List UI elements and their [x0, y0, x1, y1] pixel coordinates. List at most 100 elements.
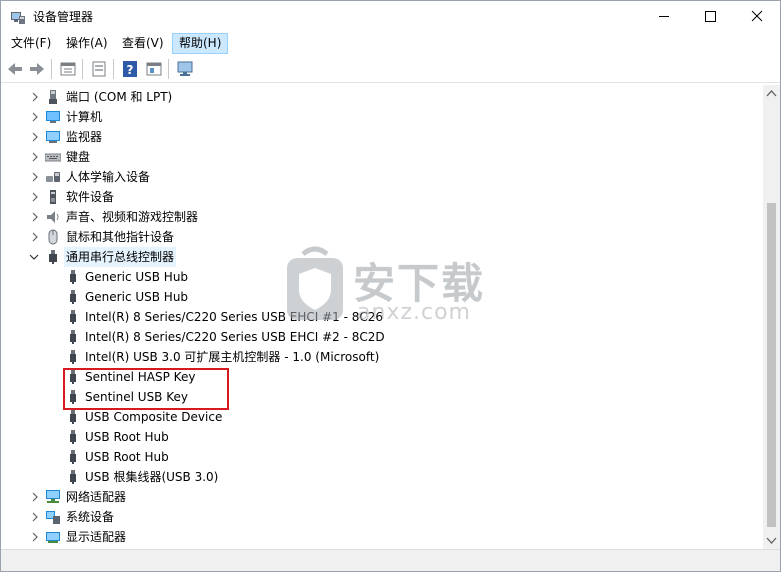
maximize-button[interactable] — [687, 1, 733, 31]
display-adapter-icon — [46, 532, 60, 543]
toolbar-separator — [168, 59, 169, 79]
chevron-right-icon[interactable] — [30, 132, 40, 142]
category-label: 声音、视频和游戏控制器 — [66, 210, 199, 224]
tree-category[interactable]: 人体学输入设备 — [3, 167, 763, 187]
device-label: Generic USB Hub — [85, 290, 189, 304]
menu-view[interactable]: 查看(V) — [115, 33, 171, 54]
tree-category[interactable]: 计算机 — [3, 107, 763, 127]
properties-icon — [60, 62, 76, 76]
tree-device[interactable]: Intel(R) 8 Series/C220 Series USB EHCI #… — [3, 307, 763, 327]
mouse-icon — [48, 229, 58, 245]
tree-category[interactable]: 显示适配器 — [3, 527, 763, 547]
network-adapter-icon — [46, 490, 60, 503]
tree-category[interactable]: 端口 (COM 和 LPT) — [3, 87, 763, 107]
usb-device-icon — [70, 410, 76, 424]
scrollbar-thumb[interactable] — [767, 203, 776, 527]
chevron-right-icon[interactable] — [30, 92, 40, 102]
back-button[interactable] — [5, 59, 25, 79]
tree-category[interactable]: 系统设备 — [3, 507, 763, 527]
tree-category[interactable]: 键盘 — [3, 147, 763, 167]
scroll-down-arrow-icon[interactable] — [763, 532, 780, 549]
category-label: 端口 (COM 和 LPT) — [66, 90, 173, 104]
status-bar — [1, 549, 780, 571]
menu-action[interactable]: 操作(A) — [59, 33, 115, 54]
tree-category[interactable]: 网络适配器 — [3, 487, 763, 507]
menu-help[interactable]: 帮助(H) — [172, 33, 229, 54]
chevron-right-icon[interactable] — [30, 152, 40, 162]
minimize-button[interactable] — [641, 1, 687, 31]
chevron-right-icon[interactable] — [30, 512, 40, 522]
device-label: Sentinel USB Key — [85, 390, 188, 404]
device-label: Generic USB Hub — [85, 270, 189, 284]
scan-hardware-icon — [177, 61, 193, 76]
category-label: 监视器 — [66, 130, 103, 144]
device-manager-icon — [11, 12, 25, 24]
title-bar[interactable]: 设备管理器 — [1, 1, 780, 32]
tree-device[interactable]: Intel(R) 8 Series/C220 Series USB EHCI #… — [3, 327, 763, 347]
maximize-icon — [705, 11, 716, 22]
scan-hardware-button[interactable] — [175, 59, 195, 79]
tree-device[interactable]: USB Root Hub — [3, 447, 763, 467]
device-label: USB 根集线器(USB 3.0) — [85, 470, 219, 484]
tree-device[interactable]: Sentinel HASP Key — [3, 367, 763, 387]
scroll-up-arrow-icon[interactable] — [763, 85, 780, 102]
device-tree[interactable]: 端口 (COM 和 LPT) 计算机 监视器 键盘 人体学输入设备 软件设备 声… — [3, 85, 763, 549]
chevron-right-icon[interactable] — [30, 112, 40, 122]
usb-device-icon — [70, 450, 76, 464]
system-device-icon — [46, 511, 60, 524]
chevron-down-icon[interactable] — [29, 252, 39, 262]
chevron-right-icon[interactable] — [30, 212, 40, 222]
svg-text:?: ? — [127, 63, 134, 77]
chevron-right-icon[interactable] — [30, 192, 40, 202]
category-label: 计算机 — [66, 110, 103, 124]
tree-device[interactable]: Sentinel USB Key — [3, 387, 763, 407]
device-label: Sentinel HASP Key — [85, 370, 196, 384]
tree-category[interactable]: 声音、视频和游戏控制器 — [3, 207, 763, 227]
show-hidden-button[interactable] — [89, 59, 109, 79]
tree-category[interactable]: 监视器 — [3, 127, 763, 147]
tree-device[interactable]: Generic USB Hub — [3, 267, 763, 287]
tree-device[interactable]: Intel(R) USB 3.0 可扩展主机控制器 - 1.0 (Microso… — [3, 347, 763, 367]
usb-device-icon — [70, 310, 76, 324]
tree-device[interactable]: USB Root Hub — [3, 427, 763, 447]
usb-device-icon — [70, 290, 76, 304]
help-icon: ? — [123, 61, 137, 77]
category-label: 软件设备 — [66, 190, 115, 204]
device-label: USB Root Hub — [85, 450, 169, 464]
category-label: 鼠标和其他指针设备 — [66, 230, 175, 244]
device-manager-window: 设备管理器 文件(F) 操作(A) 查看(V) 帮助(H) ? 端口 (COM … — [0, 0, 781, 572]
update-driver-button[interactable] — [144, 59, 164, 79]
forward-arrow-icon — [30, 63, 44, 75]
back-arrow-icon — [8, 63, 22, 75]
chevron-right-icon[interactable] — [30, 532, 40, 542]
tree-device[interactable]: USB Composite Device — [3, 407, 763, 427]
tree-category-usb[interactable]: 通用串行总线控制器 — [3, 247, 763, 267]
device-label: Intel(R) 8 Series/C220 Series USB EHCI #… — [85, 310, 384, 324]
computer-icon — [46, 111, 60, 123]
toolbar-separator — [82, 59, 83, 79]
usb-icon — [49, 250, 57, 264]
chevron-right-icon[interactable] — [30, 172, 40, 182]
chevron-right-icon[interactable] — [30, 232, 40, 242]
chevron-right-icon[interactable] — [30, 492, 40, 502]
sound-icon — [47, 211, 59, 223]
hid-icon — [46, 172, 60, 182]
vertical-scrollbar[interactable] — [763, 85, 780, 549]
forward-button[interactable] — [27, 59, 47, 79]
tree-device[interactable]: Generic USB Hub — [3, 287, 763, 307]
window-title: 设备管理器 — [33, 10, 94, 24]
close-button[interactable] — [734, 1, 780, 31]
properties-button[interactable] — [58, 59, 78, 79]
category-label: 键盘 — [66, 150, 91, 164]
menu-file[interactable]: 文件(F) — [4, 33, 58, 54]
help-button[interactable]: ? — [120, 59, 140, 79]
usb-device-icon — [70, 430, 76, 444]
usb-device-icon — [70, 370, 76, 384]
monitor-icon — [46, 131, 60, 143]
keyboard-icon — [45, 153, 61, 162]
tree-category[interactable]: 鼠标和其他指针设备 — [3, 227, 763, 247]
usb-device-icon — [70, 270, 76, 284]
tree-category[interactable]: 软件设备 — [3, 187, 763, 207]
tree-device[interactable]: USB 根集线器(USB 3.0) — [3, 467, 763, 487]
close-icon — [751, 10, 763, 22]
